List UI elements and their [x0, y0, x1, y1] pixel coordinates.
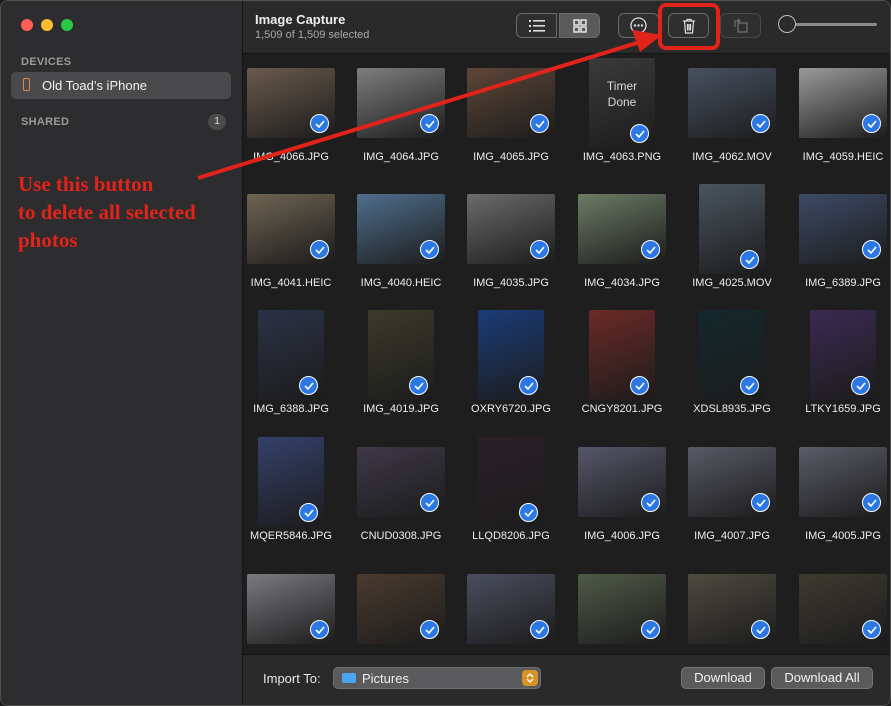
annotation-line-2: to delete all selected — [18, 200, 196, 224]
annotation-highlight-box — [658, 3, 720, 50]
annotation-line-3: photos — [18, 228, 78, 252]
annotation-line-1: Use this button — [18, 172, 154, 196]
annotation-arrow — [197, 30, 662, 180]
annotation-text: Use this button to delete all selected p… — [18, 170, 238, 254]
